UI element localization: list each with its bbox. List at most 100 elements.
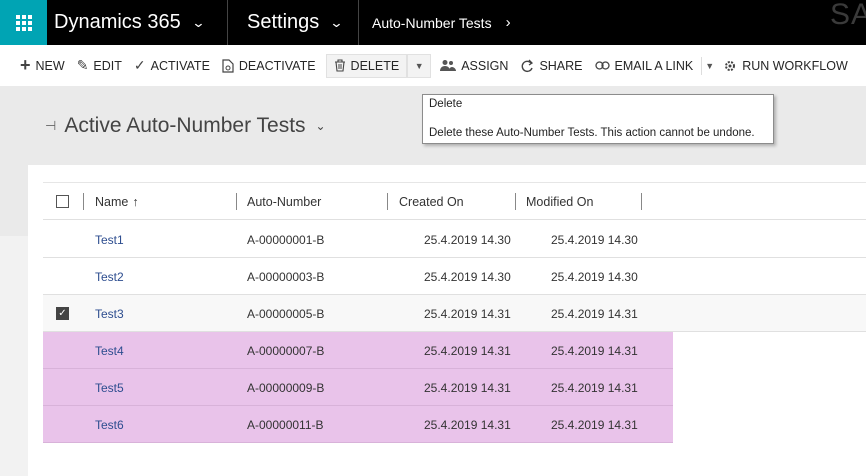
deactivate-button[interactable]: DEACTIVATE [216, 45, 322, 86]
view-selector[interactable]: ⊣ Active Auto-Number Tests ⌄ [45, 114, 326, 138]
column-divider [387, 193, 388, 210]
column-header-modified-on[interactable]: Modified On [526, 183, 593, 220]
tooltip-title: Delete [429, 98, 463, 110]
activate-label: ACTIVATE [150, 58, 210, 73]
entity-title: Auto-Number Tests [372, 14, 492, 31]
assign-label: ASSIGN [461, 58, 509, 73]
people-icon [440, 59, 457, 72]
cell-modified-on: 25.4.2019 14.31 [551, 380, 638, 395]
table-row[interactable]: Test1 A-00000001-B 25.4.2019 14.30 25.4.… [43, 221, 866, 258]
table-row[interactable]: Test2 A-00000003-B 25.4.2019 14.30 25.4.… [43, 258, 866, 295]
table-row-highlighted[interactable]: Test4 A-00000007-B 25.4.2019 14.31 25.4.… [43, 332, 673, 369]
link-icon [594, 61, 610, 70]
delete-button[interactable]: DELETE [325, 53, 408, 78]
cell-created-on: 25.4.2019 14.31 [424, 343, 511, 358]
sort-ascending-icon: ↑ [132, 194, 139, 209]
column-header-name[interactable]: Name ↑ [95, 183, 139, 220]
row-checkbox[interactable]: ✓ [56, 295, 69, 332]
checkmark-icon: ✓ [133, 57, 146, 73]
cell-modified-on: 25.4.2019 14.31 [551, 306, 638, 321]
pin-icon: ⊣ [45, 118, 57, 133]
column-header-modified-on-label: Modified On [526, 194, 594, 209]
chevron-right-icon: › [505, 14, 511, 31]
chevron-down-icon: ⌄ [191, 14, 206, 30]
workflow-icon [723, 59, 737, 73]
cell-name-link[interactable]: Test1 [95, 221, 124, 258]
cell-name-link[interactable]: Test5 [95, 369, 124, 406]
column-header-name-label: Name [95, 194, 129, 209]
cell-created-on: 25.4.2019 14.31 [424, 380, 511, 395]
area-switcher[interactable]: Settings ⌄ [228, 0, 358, 45]
document-deactivate-icon [222, 58, 234, 73]
share-button[interactable]: SHARE [514, 45, 588, 86]
column-header-auto-number-label: Auto-Number [247, 194, 322, 209]
delete-tooltip: Delete Delete these Auto-Number Tests. T… [422, 94, 774, 144]
share-label: SHARE [539, 58, 583, 73]
run-workflow-label: RUN WORKFLOW [742, 58, 848, 73]
select-all-checkbox[interactable] [56, 183, 69, 220]
tooltip-description: Delete these Auto-Number Tests. This act… [429, 127, 755, 139]
new-button[interactable]: + NEW [14, 45, 71, 86]
top-navigation-bar: Dynamics 365 ⌄ Settings ⌄ Auto-Number Te… [0, 0, 866, 45]
waffle-icon [15, 14, 32, 31]
activate-button[interactable]: ✓ ACTIVATE [128, 45, 216, 86]
command-bar: + NEW ✎ EDIT ✓ ACTIVATE DEACTIVATE DELET… [0, 45, 866, 86]
edit-label: EDIT [93, 58, 122, 73]
column-divider [641, 193, 642, 210]
chevron-down-icon: ⌄ [315, 119, 326, 133]
share-icon [520, 59, 534, 73]
table-row-highlighted[interactable]: Test6 A-00000011-B 25.4.2019 14.31 25.4.… [43, 406, 673, 443]
ghost-logo: SA [829, 0, 866, 31]
assign-button[interactable]: ASSIGN [434, 45, 514, 86]
cell-modified-on: 25.4.2019 14.31 [551, 417, 638, 432]
entity-breadcrumb[interactable]: Auto-Number Tests › [359, 0, 511, 45]
pencil-icon: ✎ [76, 57, 89, 73]
email-link-dropdown-button[interactable]: ▼ [701, 56, 717, 75]
app-launcher-waffle-button[interactable] [0, 0, 47, 45]
delete-dropdown-button[interactable]: ▼ [407, 53, 432, 78]
grid-header-row: Name ↑ Auto-Number Created On Modified O… [43, 182, 866, 220]
cell-name-link[interactable]: Test3 [95, 295, 124, 332]
caret-down-icon: ▼ [705, 60, 715, 71]
cell-created-on: 25.4.2019 14.31 [424, 306, 511, 321]
cell-auto-number: A-00000009-B [247, 380, 325, 395]
column-divider [515, 193, 516, 210]
app-switcher[interactable]: Dynamics 365 ⌄ [47, 0, 227, 45]
run-workflow-button[interactable]: RUN WORKFLOW [717, 45, 854, 86]
plus-icon: + [20, 55, 31, 75]
new-label: NEW [35, 58, 65, 73]
cell-auto-number: A-00000011-B [247, 417, 324, 432]
cell-modified-on: 25.4.2019 14.30 [551, 232, 638, 247]
area-title: Settings [247, 11, 320, 33]
cell-auto-number: A-00000007-B [247, 343, 325, 358]
cell-created-on: 25.4.2019 14.30 [424, 269, 511, 284]
cell-name-link[interactable]: Test2 [95, 258, 124, 295]
chevron-down-icon: ⌄ [329, 14, 344, 30]
column-divider [236, 193, 237, 210]
checkbox-icon [56, 195, 69, 208]
cell-name-link[interactable]: Test6 [95, 406, 124, 443]
edit-button[interactable]: ✎ EDIT [71, 45, 128, 86]
email-link-button[interactable]: EMAIL A LINK [589, 45, 700, 86]
cell-name-link[interactable]: Test4 [95, 332, 124, 369]
caret-down-icon: ▼ [414, 60, 424, 71]
cell-modified-on: 25.4.2019 14.30 [551, 269, 638, 284]
table-row-highlighted[interactable]: Test5 A-00000009-B 25.4.2019 14.31 25.4.… [43, 369, 673, 406]
cell-auto-number: A-00000001-B [247, 232, 325, 247]
view-title: Active Auto-Number Tests [64, 114, 306, 137]
column-divider [83, 193, 84, 210]
column-header-created-on-label: Created On [399, 194, 464, 209]
cell-modified-on: 25.4.2019 14.31 [551, 343, 638, 358]
app-title: Dynamics 365 [54, 11, 181, 33]
cell-auto-number: A-00000003-B [247, 269, 325, 284]
column-header-auto-number[interactable]: Auto-Number [247, 183, 321, 220]
delete-label: DELETE [350, 58, 400, 73]
column-header-created-on[interactable]: Created On [399, 183, 464, 220]
cell-created-on: 25.4.2019 14.30 [424, 232, 511, 247]
cell-auto-number: A-00000005-B [247, 306, 325, 321]
email-link-label: EMAIL A LINK [614, 58, 694, 73]
trash-icon [334, 59, 346, 72]
records-grid: Name ↑ Auto-Number Created On Modified O… [28, 165, 866, 476]
deactivate-label: DEACTIVATE [238, 58, 316, 73]
table-row-selected[interactable]: ✓ Test3 A-00000005-B 25.4.2019 14.31 25.… [43, 295, 866, 332]
